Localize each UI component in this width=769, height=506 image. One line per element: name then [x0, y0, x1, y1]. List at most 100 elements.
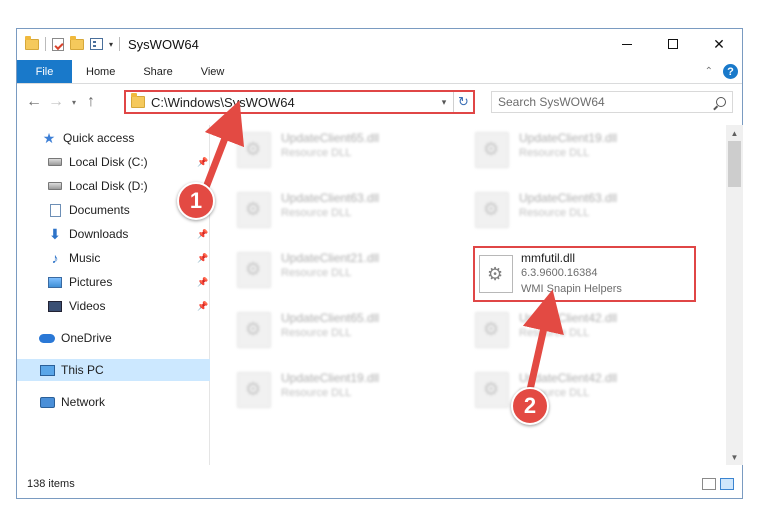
file-item[interactable]: UpdateClient42.dll Resource DLL — [449, 305, 669, 357]
dll-file-icon — [237, 252, 271, 288]
file-type: Resource DLL — [281, 147, 352, 159]
dll-file-icon — [475, 132, 509, 168]
dll-file-icon — [475, 372, 509, 408]
minimize-button[interactable] — [604, 29, 650, 59]
scroll-thumb[interactable] — [728, 141, 741, 187]
address-bar[interactable]: C:\Windows\SysWOW64 ▾ ↻ — [124, 90, 475, 114]
file-item[interactable]: UpdateClient42.dll Resource DLL — [449, 365, 669, 417]
file-type: Resource DLL — [281, 327, 352, 339]
sidebar-item-label: Network — [61, 395, 106, 409]
expand-ribbon-icon[interactable]: ⌃ — [705, 66, 713, 77]
pin-icon[interactable]: 📌 — [197, 229, 208, 240]
sidebar-item-downloads[interactable]: ⬇ Downloads 📌 — [47, 223, 210, 245]
file-name: UpdateClient63.dll — [519, 191, 618, 205]
dll-file-icon — [237, 132, 271, 168]
highlighted-file-item[interactable]: mmfutil.dll 6.3.9600.16384 WMI Snapin He… — [473, 246, 696, 302]
callout-badge-2: 2 — [511, 387, 549, 425]
file-type: Resource DLL — [281, 387, 352, 399]
tab-share[interactable]: Share — [129, 60, 186, 83]
star-icon: ★ — [42, 129, 56, 146]
window-controls: ✕ — [604, 29, 742, 59]
file-item[interactable]: UpdateClient19.dll Resource DLL — [211, 365, 431, 417]
help-icon[interactable]: ? — [723, 64, 738, 79]
tab-home[interactable]: Home — [72, 60, 129, 83]
up-arrow-icon[interactable]: ↑ — [81, 93, 101, 111]
sidebar-item-label: Quick access — [63, 131, 135, 145]
sidebar-item-label: This PC — [61, 363, 104, 377]
item-count: 138 items — [27, 478, 75, 490]
refresh-icon[interactable]: ↻ — [453, 92, 473, 112]
details-view-icon[interactable] — [702, 478, 716, 490]
pin-icon[interactable]: 📌 — [197, 277, 208, 288]
sidebar-item-this-pc[interactable]: This PC — [17, 359, 210, 381]
address-dropdown-icon[interactable]: ▾ — [435, 97, 453, 108]
sidebar-item-local-disk-c[interactable]: Local Disk (C:) 📌 — [47, 151, 210, 173]
customize-view-icon[interactable] — [90, 38, 103, 50]
scroll-down-icon[interactable]: ▼ — [726, 449, 743, 465]
dll-file-icon — [237, 312, 271, 348]
pin-icon[interactable]: 📌 — [197, 253, 208, 264]
sidebar-item-onedrive[interactable]: OneDrive — [39, 327, 210, 349]
documents-icon — [47, 203, 63, 217]
sidebar-item-pictures[interactable]: Pictures 📌 — [47, 271, 210, 293]
tab-view[interactable]: View — [187, 60, 239, 83]
tab-file[interactable]: File — [17, 60, 72, 83]
file-type: Resource DLL — [281, 267, 352, 279]
file-item[interactable]: UpdateClient63.dll Resource DLL — [211, 185, 431, 237]
folder-icon — [25, 35, 39, 50]
sidebar-item-videos[interactable]: Videos 📌 — [47, 295, 210, 317]
scroll-up-icon[interactable]: ▲ — [726, 125, 743, 141]
file-item[interactable]: UpdateClient65.dll Resource DLL — [211, 125, 431, 177]
close-button[interactable]: ✕ — [696, 29, 742, 59]
sidebar-item-label: Pictures — [69, 275, 113, 289]
quick-access-toolbar: ▾ — [17, 35, 121, 51]
file-item[interactable]: UpdateClient63.dll Resource DLL — [449, 185, 669, 237]
file-item[interactable]: UpdateClient21.dll Resource DLL — [211, 245, 431, 297]
file-name: UpdateClient42.dll — [519, 311, 618, 325]
vertical-scrollbar[interactable]: ▲ ▼ — [726, 125, 743, 465]
close-icon: ✕ — [713, 35, 725, 52]
dll-file-icon — [479, 255, 513, 293]
address-row: ← → ▾ ↑ C:\Windows\SysWOW64 ▾ ↻ Search S… — [17, 89, 742, 115]
sidebar-item-quick-access[interactable]: ★ Quick access — [41, 127, 210, 149]
file-item[interactable]: UpdateClient65.dll Resource DLL — [211, 305, 431, 357]
sidebar-item-label: Documents — [69, 203, 130, 217]
new-folder-icon[interactable] — [70, 35, 84, 50]
sidebar-item-music[interactable]: ♪ Music 📌 — [47, 247, 210, 269]
title-bar: ▾ SysWOW64 ✕ — [17, 29, 742, 59]
callout-badge-1: 1 — [177, 182, 215, 220]
pin-icon[interactable]: 📌 — [197, 301, 208, 312]
file-type: Resource DLL — [519, 327, 590, 339]
search-icon[interactable] — [716, 97, 726, 107]
back-arrow-icon[interactable]: ← — [23, 93, 45, 111]
file-item[interactable]: UpdateClient19.dll Resource DLL — [449, 125, 669, 177]
forward-arrow-icon[interactable]: → — [45, 93, 67, 111]
file-name: mmfutil.dll — [521, 251, 576, 265]
file-version: 6.3.9600.16384 — [521, 267, 598, 279]
dll-file-icon — [475, 192, 509, 228]
status-bar: 138 items — [17, 471, 742, 497]
recent-locations-caret-icon[interactable]: ▾ — [67, 98, 81, 107]
properties-icon[interactable] — [52, 37, 64, 51]
search-input[interactable]: Search SysWOW64 — [498, 95, 605, 109]
sidebar-item-label: Downloads — [69, 227, 129, 241]
file-type: Resource DLL — [281, 207, 352, 219]
window-title: SysWOW64 — [128, 36, 199, 52]
pin-icon[interactable]: 📌 — [197, 157, 208, 168]
file-name: UpdateClient19.dll — [519, 131, 618, 145]
sidebar-item-network[interactable]: Network — [39, 391, 210, 413]
file-name: UpdateClient19.dll — [281, 371, 380, 385]
onedrive-icon — [39, 331, 55, 345]
explorer-window: ▾ SysWOW64 ✕ File Home Share View ⌃ ? ← … — [16, 28, 743, 499]
maximize-button[interactable] — [650, 29, 696, 59]
search-box[interactable]: Search SysWOW64 — [491, 91, 733, 113]
maximize-icon — [668, 39, 678, 49]
file-name: UpdateClient21.dll — [281, 251, 380, 265]
sidebar-item-label: Videos — [69, 299, 106, 313]
address-path[interactable]: C:\Windows\SysWOW64 — [151, 95, 295, 110]
dll-file-icon — [237, 372, 271, 408]
file-name: UpdateClient65.dll — [281, 131, 380, 145]
large-icons-view-icon[interactable] — [720, 478, 734, 490]
music-icon: ♪ — [51, 250, 59, 266]
customize-toolbar-caret[interactable]: ▾ — [109, 40, 113, 49]
